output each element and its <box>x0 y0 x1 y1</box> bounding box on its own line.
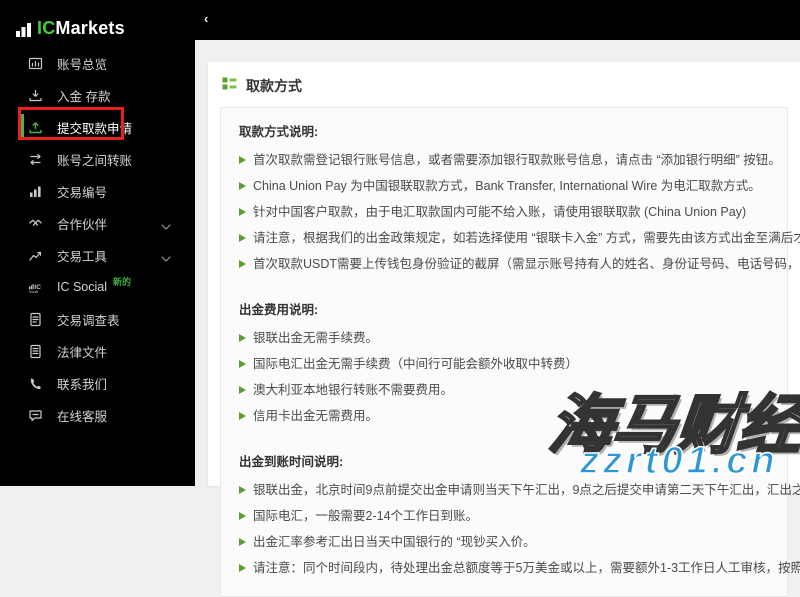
sidebar-item-legal-documents[interactable]: 法律文件 <box>0 335 195 367</box>
sidebar-item-label: 账号之间转账 <box>57 153 133 168</box>
sidebar-item-account-overview[interactable]: 账号总览 <box>0 47 195 79</box>
withdraw-icon <box>28 120 43 135</box>
partners-icon <box>28 216 43 231</box>
bullet-text: 国际电汇出金无需手续费（中间行可能会额外收取中转费） <box>253 357 579 371</box>
bullet-text: 首次取款需登记银行账号信息，或者需要添加银行取款账号信息，请点击 “添加银行明细… <box>253 153 781 167</box>
sidebar-item-live-chat[interactable]: 在线客服 <box>0 399 195 431</box>
section-heading: 取款方式说明: <box>239 125 319 139</box>
sidebar-item-withdraw-request[interactable]: 提交取款申请 <box>0 111 195 143</box>
sidebar-item-label: 提交取款申请 <box>57 121 133 136</box>
bullet-arrow-icon <box>239 386 246 394</box>
bullet-item: China Union Pay 为中国银联取款方式，Bank Transfer,… <box>239 179 769 194</box>
bullet-item: 银联出金，北京时间9点前提交出金申请则当天下午汇出，9点之后提交申请第二天下午汇… <box>239 483 800 498</box>
new-badge: 新的 <box>113 276 132 287</box>
sidebar-item-label: 法律文件 <box>57 345 108 360</box>
bullet-arrow-icon <box>239 412 246 420</box>
bullet-item: 银联出金无需手续费。 <box>239 331 769 346</box>
sidebar-item-trade-numbers[interactable]: 交易编号 <box>0 175 195 207</box>
bullet-item: 信用卡出金无需费用。 <box>239 409 769 424</box>
bullet-arrow-icon <box>239 156 246 164</box>
bullet-text: 银联出金，北京时间9点前提交出金申请则当天下午汇出，9点之后提交申请第二天下午汇… <box>253 483 800 497</box>
sidebar-item-label: 在线客服 <box>57 409 108 424</box>
sidebar-item-trade-survey[interactable]: 交易调查表 <box>0 303 195 335</box>
bullet-arrow-icon <box>239 360 246 368</box>
bullet-text: 银联出金无需手续费。 <box>253 331 379 345</box>
bullet-text: 首次取款USDT需要上传钱包身份验证的截屏（需显示账号持有人的姓名、身份证号码、… <box>253 257 800 271</box>
deposit-icon <box>28 88 43 103</box>
bullet-arrow-icon <box>239 234 246 242</box>
bullet-text: China Union Pay 为中国银联取款方式，Bank Transfer,… <box>253 179 761 193</box>
logo-text: ICMarkets <box>37 17 125 38</box>
bullet-text: 国际电汇，一般需要2-14个工作日到账。 <box>253 509 479 523</box>
legal-icon <box>28 344 43 359</box>
chevron-down-icon <box>161 219 171 233</box>
sidebar-item-label: 交易调查表 <box>57 313 120 328</box>
top-bar: ‹ <box>195 0 800 40</box>
sidebar: ICMarkets 账号总览入金 存款提交取款申请 账号之间转账 交易编号合作伙伴交… <box>0 0 195 486</box>
instruction-section: 出金费用说明: 银联出金无需手续费。国际电汇出金无需手续费（中间行可能会额外收取中… <box>239 299 769 424</box>
instruction-section: 取款方式说明: 首次取款需登记银行账号信息，或者需要添加银行取款账号信息，请点击 … <box>239 121 800 272</box>
bullet-text: 请注意，根据我们的出金政策规定，如若选择使用 “银联卡入金” 方式，需要先由该方… <box>253 231 800 245</box>
bullet-text: 信用卡出金无需费用。 <box>253 409 379 423</box>
sidebar-item-transfer[interactable]: 账号之间转账 <box>0 143 195 175</box>
sidebar-item-label: 账号总览 <box>57 57 108 72</box>
bullet-text: 针对中国客户取款，由于电汇取款国内可能不给入账，请使用银联取款 (China U… <box>253 205 747 219</box>
overview-icon <box>28 56 43 71</box>
sidebar-item-ic-social[interactable]: IC Social IC Social 新的 <box>0 271 195 303</box>
tools-icon <box>28 248 43 263</box>
bullet-item: 国际电汇出金无需手续费（中间行可能会额外收取中转费） <box>239 357 769 372</box>
bullet-item: 首次取款需登记银行账号信息，或者需要添加银行取款账号信息，请点击 “添加银行明细… <box>239 153 781 168</box>
sidebar-item-label: 入金 存款 <box>57 89 111 104</box>
chevron-down-icon <box>161 251 171 265</box>
transfer-icon <box>28 152 43 167</box>
sidebar-item-trading-tools[interactable]: 交易工具 <box>0 239 195 271</box>
bullet-arrow-icon <box>239 334 246 342</box>
sidebar-item-label: 交易编号 <box>57 185 108 200</box>
instructions-panel: 取款方式说明: 首次取款需登记银行账号信息，或者需要添加银行取款账号信息，请点击 … <box>220 107 800 597</box>
bullet-arrow-icon <box>239 208 246 216</box>
page-title: 取款方式 <box>246 78 302 94</box>
bullet-text: 请注意：同个时间段内，待处理出金总额度等于5万美金或以上，需要额外1-3工作日人… <box>253 561 800 575</box>
card-header: 取款方式 <box>208 62 800 107</box>
collapse-sidebar-icon[interactable]: ‹ <box>204 12 208 25</box>
bullet-item: 请注意，根据我们的出金政策规定，如若选择使用 “银联卡入金” 方式，需要先由该方… <box>239 231 800 246</box>
sidebar-item-contact-us[interactable]: 联系我们 <box>0 367 195 399</box>
contact-icon <box>28 376 43 391</box>
ic-markets-logo[interactable]: ICMarkets <box>0 0 195 43</box>
bullet-arrow-icon <box>239 182 246 190</box>
bullet-arrow-icon <box>239 260 246 268</box>
bullet-item: 针对中国客户取款，由于电汇取款国内可能不给入账，请使用银联取款 (China U… <box>239 205 769 220</box>
icsocial-icon: IC Social <box>28 280 43 295</box>
bullet-arrow-icon <box>239 538 246 546</box>
bullet-text: 澳大利亚本地银行转账不需要费用。 <box>253 383 454 397</box>
trades-icon <box>28 184 43 199</box>
list-icon <box>222 76 237 96</box>
sidebar-item-label: 合作伙伴 <box>57 217 108 232</box>
bullet-item: 请注意：同个时间段内，待处理出金总额度等于5万美金或以上，需要额外1-3工作日人… <box>239 561 800 576</box>
withdrawal-methods-card: 取款方式 取款方式说明: 首次取款需登记银行账号信息，或者需要添加银行取款账号信息… <box>208 62 800 597</box>
bullet-text: 出金汇率参考汇出日当天中国银行的 “现钞买入价。 <box>253 535 536 549</box>
bullet-item: 国际电汇，一般需要2-14个工作日到账。 <box>239 509 769 524</box>
instruction-section: 出金到账时间说明: 银联出金，北京时间9点前提交出金申请则当天下午汇出，9点之后提… <box>239 451 800 576</box>
sidebar-item-label: IC Social <box>57 280 108 294</box>
livechat-icon <box>28 408 43 423</box>
bullet-item: 出金汇率参考汇出日当天中国银行的 “现钞买入价。 <box>239 535 769 550</box>
svg-text:Social: Social <box>29 290 38 294</box>
sidebar-item-partners[interactable]: 合作伙伴 <box>0 207 195 239</box>
bullet-item: 首次取款USDT需要上传钱包身份验证的截屏（需显示账号持有人的姓名、身份证号码、… <box>239 257 800 272</box>
sidebar-item-label: 联系我们 <box>57 377 108 392</box>
survey-icon <box>28 312 43 327</box>
section-heading: 出金费用说明: <box>239 303 319 317</box>
logo-bars-icon <box>16 20 33 37</box>
content-area: 取款方式 取款方式说明: 首次取款需登记银行账号信息，或者需要添加银行取款账号信息… <box>195 40 800 597</box>
sidebar-item-label: 交易工具 <box>57 249 108 264</box>
bullet-item: 澳大利亚本地银行转账不需要费用。 <box>239 383 769 398</box>
bullet-arrow-icon <box>239 564 246 572</box>
bullet-arrow-icon <box>239 486 246 494</box>
sidebar-item-deposit[interactable]: 入金 存款 <box>0 79 195 111</box>
bullet-arrow-icon <box>239 512 246 520</box>
section-heading: 出金到账时间说明: <box>239 455 344 469</box>
sidebar-nav: 账号总览入金 存款提交取款申请 账号之间转账 交易编号合作伙伴交易工具 IC Socia… <box>0 47 195 431</box>
